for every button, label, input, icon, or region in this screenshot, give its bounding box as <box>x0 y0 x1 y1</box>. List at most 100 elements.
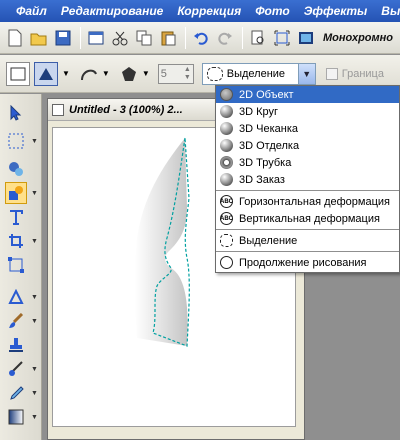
item-label: 3D Отделка <box>239 139 300 152</box>
pentagon-icon[interactable] <box>118 63 140 85</box>
transform-icon[interactable] <box>5 254 27 276</box>
undo-icon[interactable] <box>190 27 212 49</box>
paste-icon[interactable] <box>157 27 179 49</box>
new-icon[interactable] <box>4 27 26 49</box>
shape-type-value: Выделение <box>226 67 286 80</box>
open-icon[interactable] <box>28 27 50 49</box>
document-title: Untitled - 3 (100%) 2... <box>69 103 183 116</box>
dropdown-item-3d-finish[interactable]: 3D Отделка <box>216 137 399 154</box>
crop-icon[interactable] <box>5 230 27 252</box>
ball-3d-icon <box>220 105 233 118</box>
chevron-down-icon[interactable]: ▼ <box>31 318 38 325</box>
selection-icon <box>206 66 223 81</box>
copy-icon[interactable] <box>133 27 155 49</box>
dropdown-item-3d-tube[interactable]: 3D Трубка <box>216 154 399 171</box>
item-label: Продолжение рисования <box>239 256 367 269</box>
border-label: Граница <box>341 67 384 80</box>
menu-edit[interactable]: Редактирование <box>54 0 171 22</box>
item-label: 2D Объект <box>239 88 294 101</box>
ball-3d-icon <box>220 173 233 186</box>
menu-adjust[interactable]: Коррекция <box>170 0 248 22</box>
rectangle-shape-button[interactable] <box>6 61 30 86</box>
shapes-icon[interactable] <box>5 158 27 180</box>
select-marquee-icon[interactable] <box>5 130 27 152</box>
item-label: 3D Заказ <box>239 173 285 186</box>
chevron-down-icon[interactable]: ▼ <box>62 69 70 78</box>
dropdown-item-horizontal-warp[interactable]: ABC Горизонтальная деформация <box>216 193 399 210</box>
pointer-icon[interactable] <box>5 102 27 124</box>
stepper-arrows-icon[interactable]: ▲ ▼ <box>184 66 191 82</box>
curve-icon[interactable] <box>78 63 100 85</box>
redo-icon[interactable] <box>214 27 236 49</box>
checkbox-box[interactable] <box>325 67 338 80</box>
text-tool-icon[interactable] <box>5 206 27 228</box>
fit-icon[interactable] <box>271 27 293 49</box>
chevron-down-icon[interactable]: ▼ <box>31 414 38 421</box>
print-preview-icon[interactable] <box>247 27 269 49</box>
toolbar-separator <box>80 26 81 49</box>
menu-view[interactable]: Вы <box>374 0 400 22</box>
dropdown-separator <box>216 251 399 252</box>
monochrome-label[interactable]: Монохромно <box>323 32 393 44</box>
circle-icon <box>220 256 233 269</box>
chevron-down-icon[interactable]: ▼ <box>31 138 38 145</box>
shape-tool-icon[interactable] <box>5 182 27 204</box>
gradient-icon[interactable] <box>5 406 27 428</box>
dropdown-item-2d-object[interactable]: 2D Объект <box>216 86 399 103</box>
chevron-down-icon[interactable]: ▼ <box>31 294 38 301</box>
menu-effects[interactable]: Эффекты <box>297 0 375 22</box>
toolbar-separator <box>242 26 243 49</box>
stamp-icon[interactable] <box>5 334 27 356</box>
shape-type-dropdown: 2D Объект 3D Круг 3D Чеканка 3D Отделка … <box>215 85 400 273</box>
line-tool-icon[interactable] <box>5 286 27 308</box>
abc-warp-icon: ABC <box>220 195 233 208</box>
menu-file[interactable]: Файл <box>0 0 54 22</box>
dropdown-item-3d-circle[interactable]: 3D Круг <box>216 103 399 120</box>
menu-photo[interactable]: Фото <box>248 0 297 22</box>
item-label: Выделение <box>239 234 298 247</box>
chevron-down-icon[interactable]: ▼ <box>31 366 38 373</box>
ball-3d-icon <box>220 122 233 135</box>
border-checkbox[interactable]: Граница <box>325 67 384 80</box>
chevron-down-icon[interactable]: ▼ <box>142 69 150 78</box>
window-icon[interactable] <box>85 27 107 49</box>
chevron-down-icon[interactable]: ▼ <box>31 190 38 197</box>
toolbar-separator <box>185 26 186 49</box>
retouch-icon[interactable] <box>5 358 27 380</box>
cut-icon[interactable] <box>109 27 131 49</box>
triangle-shape-button[interactable] <box>34 61 58 86</box>
document-icon <box>52 103 64 116</box>
brush-icon[interactable] <box>5 310 27 332</box>
save-icon[interactable] <box>52 27 74 49</box>
item-label: 3D Круг <box>239 105 279 118</box>
dropdown-separator <box>216 229 399 230</box>
shape-type-select[interactable]: Выделение ▼ <box>201 62 316 85</box>
dropdown-item-vertical-warp[interactable]: ABC Вертикальная деформация <box>216 210 399 227</box>
abc-warp-icon: ABC <box>220 212 233 225</box>
item-label: 3D Трубка <box>239 156 292 169</box>
menu-bar: Файл Редактирование Коррекция Фото Эффек… <box>0 0 400 22</box>
item-label: Горизонтальная деформация <box>239 195 391 208</box>
ring-3d-icon <box>220 156 233 169</box>
chevron-down-icon[interactable]: ▼ <box>31 238 38 245</box>
selection-icon <box>220 234 233 247</box>
dropdown-separator <box>216 190 399 191</box>
blade-fill <box>134 138 188 346</box>
chevron-down-icon[interactable]: ▼ <box>31 390 38 397</box>
color-icon[interactable] <box>295 27 317 49</box>
item-label: Вертикальная деформация <box>239 212 380 225</box>
sides-stepper[interactable]: 5 ▲ ▼ <box>157 63 194 84</box>
dropdown-item-3d-emboss[interactable]: 3D Чеканка <box>216 120 399 137</box>
chevron-down-icon[interactable]: ▼ <box>102 69 110 78</box>
tool-palette: ▼ ▼ ▼ ▼ ▼ ▼ ▼ ▼ <box>0 94 42 440</box>
eyedropper-icon[interactable] <box>5 382 27 404</box>
dropdown-item-selection[interactable]: Выделение <box>216 232 399 249</box>
sides-value: 5 <box>160 67 167 80</box>
dropdown-item-3d-custom[interactable]: 3D Заказ <box>216 171 399 188</box>
dropdown-item-continue-drawing[interactable]: Продолжение рисования <box>216 254 399 271</box>
item-label: 3D Чеканка <box>239 122 298 135</box>
ball-2d-icon <box>220 88 233 101</box>
ball-3d-icon <box>220 139 233 152</box>
chevron-down-icon[interactable]: ▼ <box>297 63 315 84</box>
main-toolbar: Монохромно <box>0 22 400 54</box>
